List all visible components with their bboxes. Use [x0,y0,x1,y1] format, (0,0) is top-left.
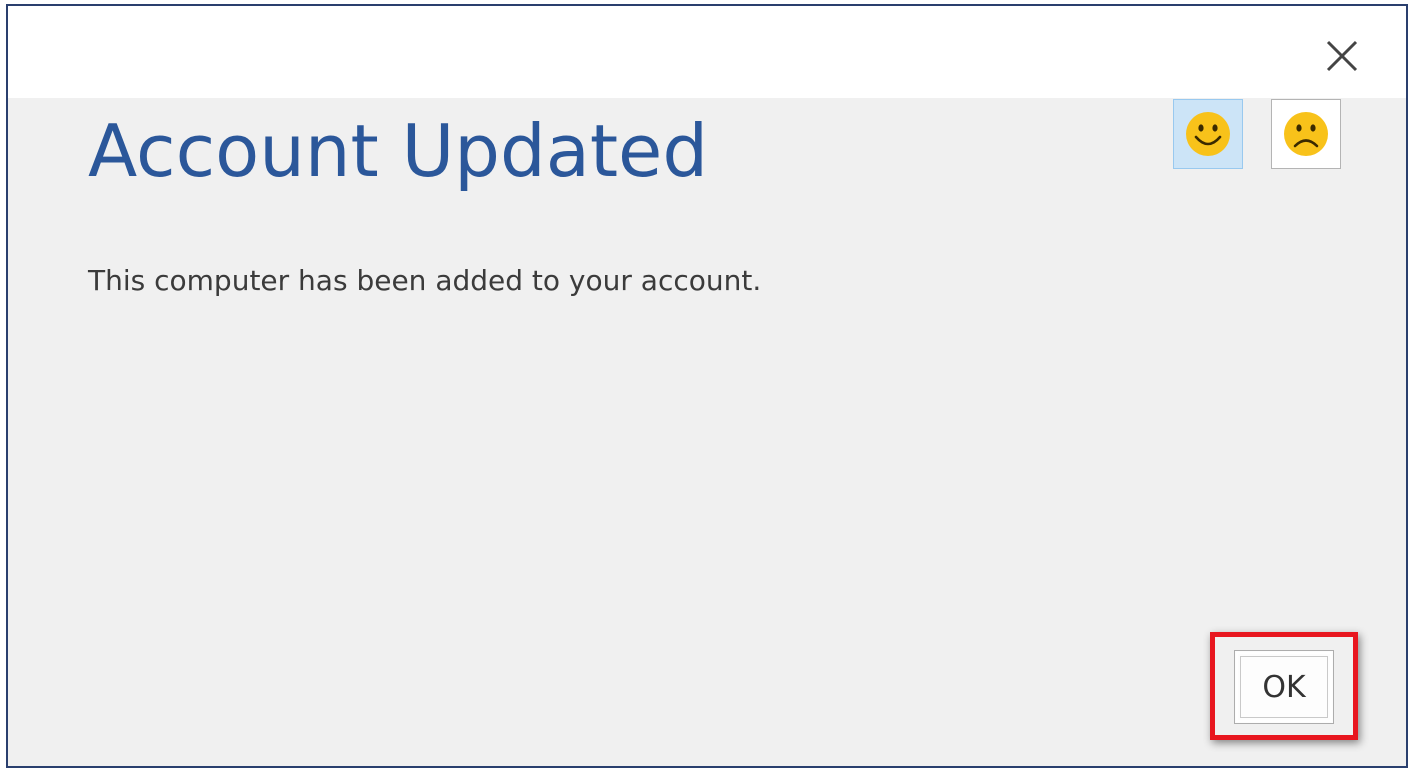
frowny-face-icon [1284,112,1328,156]
close-icon [1326,40,1358,72]
smiley-face-icon [1186,112,1230,156]
send-a-smile-button[interactable] [1173,99,1243,169]
dialog-titlebar [8,6,1406,98]
dialog-heading: Account Updated [88,109,709,193]
account-updated-dialog: Account Updated This computer has been a… [6,4,1408,768]
ok-button[interactable]: OK [1234,650,1334,724]
close-button[interactable] [1318,32,1366,80]
send-a-frown-button[interactable] [1271,99,1341,169]
dialog-message: This computer has been added to your acc… [88,264,762,297]
